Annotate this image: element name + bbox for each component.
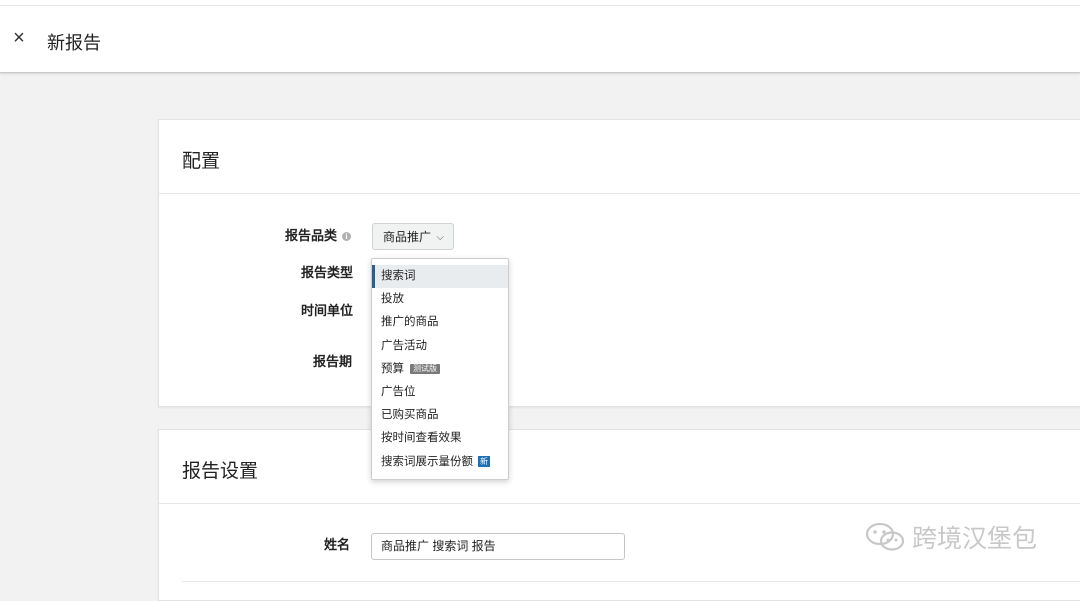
dropdown-item-label: 投放 [381,293,404,306]
category-select-value: 商品推广 [383,230,432,244]
info-icon[interactable]: i [342,232,352,241]
section-divider [182,581,1080,582]
report-type-label: 报告类型 [301,265,354,280]
dropdown-item-label: 广告位 [381,385,416,398]
dropdown-item-advertised-product[interactable]: 推广的商品 [372,311,508,334]
dropdown-item-campaign[interactable]: 广告活动 [372,335,508,358]
watermark: 跨境汉堡包 [864,520,1037,554]
dropdown-item-label: 已购买商品 [381,409,439,422]
new-badge: 新 [478,455,490,467]
wechat-logo-icon [865,522,905,551]
config-card: 配置 报告品类 i 商品推广 ⌵ 报告类型 时间单位 报告期 [158,119,1080,407]
beta-badge: 测试版 [410,363,440,374]
dropdown-item-label: 搜索词展示量份额 [381,455,473,468]
dropdown-item-search-term-impression-share[interactable]: 搜索词展示量份额新 [372,451,508,474]
category-label: 报告品类 i [285,225,352,244]
category-select[interactable]: 商品推广 ⌵ [372,223,454,250]
watermark-text: 跨境汉堡包 [912,524,1038,553]
report-settings-header: 报告设置 [159,430,1080,504]
dropdown-item-label: 广告活动 [381,339,427,352]
dropdown-item-search-term[interactable]: 搜索词 [372,265,508,289]
config-title: 配置 [182,151,221,172]
top-bar: × 新报告 [0,0,1080,73]
dropdown-item-placement[interactable]: 广告位 [372,381,508,404]
chevron-down-icon: ⌵ [436,232,444,243]
dropdown-item-label: 推广的商品 [381,316,439,329]
report-period-label: 报告期 [313,354,353,369]
report-type-dropdown[interactable]: 搜索词 投放 推广的商品 广告活动 预算 测试版 广告位 已购买商品 按时间查看效… [371,258,509,480]
category-label-text: 报告品类 [285,228,338,243]
report-settings-title: 报告设置 [182,461,259,482]
dropdown-item-label: 搜索词 [381,270,416,282]
name-label: 姓名 [324,537,351,552]
dropdown-item-purchased-product[interactable]: 已购买商品 [372,404,508,427]
dropdown-item-performance-over-time[interactable]: 按时间查看效果 [372,427,508,450]
dropdown-item-budget[interactable]: 预算 测试版 [372,358,508,381]
report-settings-card: 报告设置 姓名 商品推广 搜索词 报告 [158,429,1080,601]
dropdown-item-label: 按时间查看效果 [381,432,462,445]
report-name-input[interactable]: 商品推广 搜索词 报告 [371,533,625,560]
dropdown-item-targeting[interactable]: 投放 [372,288,508,311]
page-title: 新报告 [47,33,101,53]
top-edge-line [0,5,1080,6]
dropdown-item-label: 预算 [381,362,404,375]
close-icon[interactable]: × [8,26,30,50]
config-card-header: 配置 [159,120,1080,194]
time-unit-label: 时间单位 [301,303,354,318]
